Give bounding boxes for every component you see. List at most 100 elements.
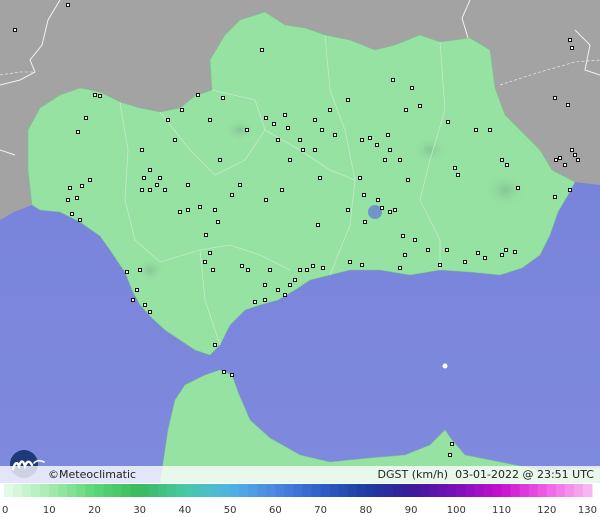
station-marker[interactable] [516,186,520,190]
station-marker[interactable] [568,38,572,42]
station-marker[interactable] [391,78,395,82]
station-marker[interactable] [140,188,144,192]
station-marker[interactable] [135,288,139,292]
station-marker[interactable] [568,188,572,192]
station-marker[interactable] [298,138,302,142]
station-marker[interactable] [163,188,167,192]
station-marker[interactable] [286,126,290,130]
wind-gust-map[interactable] [0,0,600,483]
station-marker[interactable] [474,128,478,132]
station-marker[interactable] [388,148,392,152]
station-marker[interactable] [570,148,574,152]
station-marker[interactable] [301,148,305,152]
station-marker[interactable] [418,104,422,108]
station-marker[interactable] [410,86,414,90]
station-marker[interactable] [230,373,234,377]
station-marker[interactable] [563,163,567,167]
station-marker[interactable] [288,158,292,162]
station-marker[interactable] [166,118,170,122]
station-marker[interactable] [178,210,182,214]
station-marker[interactable] [398,158,402,162]
station-marker[interactable] [93,93,97,97]
station-marker[interactable] [221,96,225,100]
station-marker[interactable] [333,133,337,137]
station-marker[interactable] [406,178,410,182]
station-marker[interactable] [98,94,102,98]
station-marker[interactable] [263,298,267,302]
station-marker[interactable] [570,46,574,50]
station-marker[interactable] [305,268,309,272]
station-marker[interactable] [204,233,208,237]
station-marker[interactable] [131,298,135,302]
station-marker[interactable] [362,193,366,197]
station-marker[interactable] [208,251,212,255]
station-marker[interactable] [173,138,177,142]
station-marker[interactable] [376,198,380,202]
station-marker[interactable] [445,248,449,252]
station-marker[interactable] [380,206,384,210]
station-marker[interactable] [348,260,352,264]
station-marker[interactable] [368,136,372,140]
station-marker[interactable] [222,370,226,374]
station-marker[interactable] [288,283,292,287]
station-marker[interactable] [272,122,276,126]
station-marker[interactable] [143,303,147,307]
station-marker[interactable] [553,96,557,100]
station-marker[interactable] [313,118,317,122]
station-marker[interactable] [213,343,217,347]
station-marker[interactable] [260,48,264,52]
station-marker[interactable] [75,196,79,200]
station-marker[interactable] [346,98,350,102]
station-marker[interactable] [573,153,577,157]
station-marker[interactable] [186,183,190,187]
station-marker[interactable] [218,158,222,162]
station-marker[interactable] [88,178,92,182]
station-marker[interactable] [318,176,322,180]
station-marker[interactable] [398,266,402,270]
station-marker[interactable] [211,268,215,272]
station-marker[interactable] [360,138,364,142]
station-marker[interactable] [363,220,367,224]
station-marker[interactable] [446,120,450,124]
station-marker[interactable] [504,248,508,252]
station-marker[interactable] [246,268,250,272]
station-marker[interactable] [321,266,325,270]
station-marker[interactable] [158,176,162,180]
station-marker[interactable] [476,251,480,255]
station-marker[interactable] [76,130,80,134]
station-marker[interactable] [13,28,17,32]
station-marker[interactable] [426,248,430,252]
station-marker[interactable] [80,184,84,188]
station-marker[interactable] [500,253,504,257]
station-marker[interactable] [553,195,557,199]
station-marker[interactable] [230,193,234,197]
station-marker[interactable] [208,118,212,122]
station-marker[interactable] [488,128,492,132]
station-marker[interactable] [320,128,324,132]
station-marker[interactable] [566,103,570,107]
station-marker[interactable] [253,300,257,304]
station-marker[interactable] [196,93,200,97]
station-marker[interactable] [328,108,332,112]
station-marker[interactable] [245,128,249,132]
station-marker[interactable] [216,220,220,224]
station-marker[interactable] [386,133,390,137]
station-marker[interactable] [558,156,562,160]
station-marker[interactable] [438,263,442,267]
station-marker[interactable] [383,158,387,162]
station-marker[interactable] [505,163,509,167]
station-marker[interactable] [388,210,392,214]
station-marker[interactable] [198,205,202,209]
station-marker[interactable] [148,168,152,172]
station-marker[interactable] [298,268,302,272]
station-marker[interactable] [148,188,152,192]
station-marker[interactable] [280,188,284,192]
station-marker[interactable] [375,143,379,147]
station-marker[interactable] [453,166,457,170]
station-marker[interactable] [293,278,297,282]
station-marker[interactable] [140,148,144,152]
station-marker[interactable] [84,116,88,120]
station-marker[interactable] [70,212,74,216]
station-marker[interactable] [554,158,558,162]
station-marker[interactable] [240,264,244,268]
